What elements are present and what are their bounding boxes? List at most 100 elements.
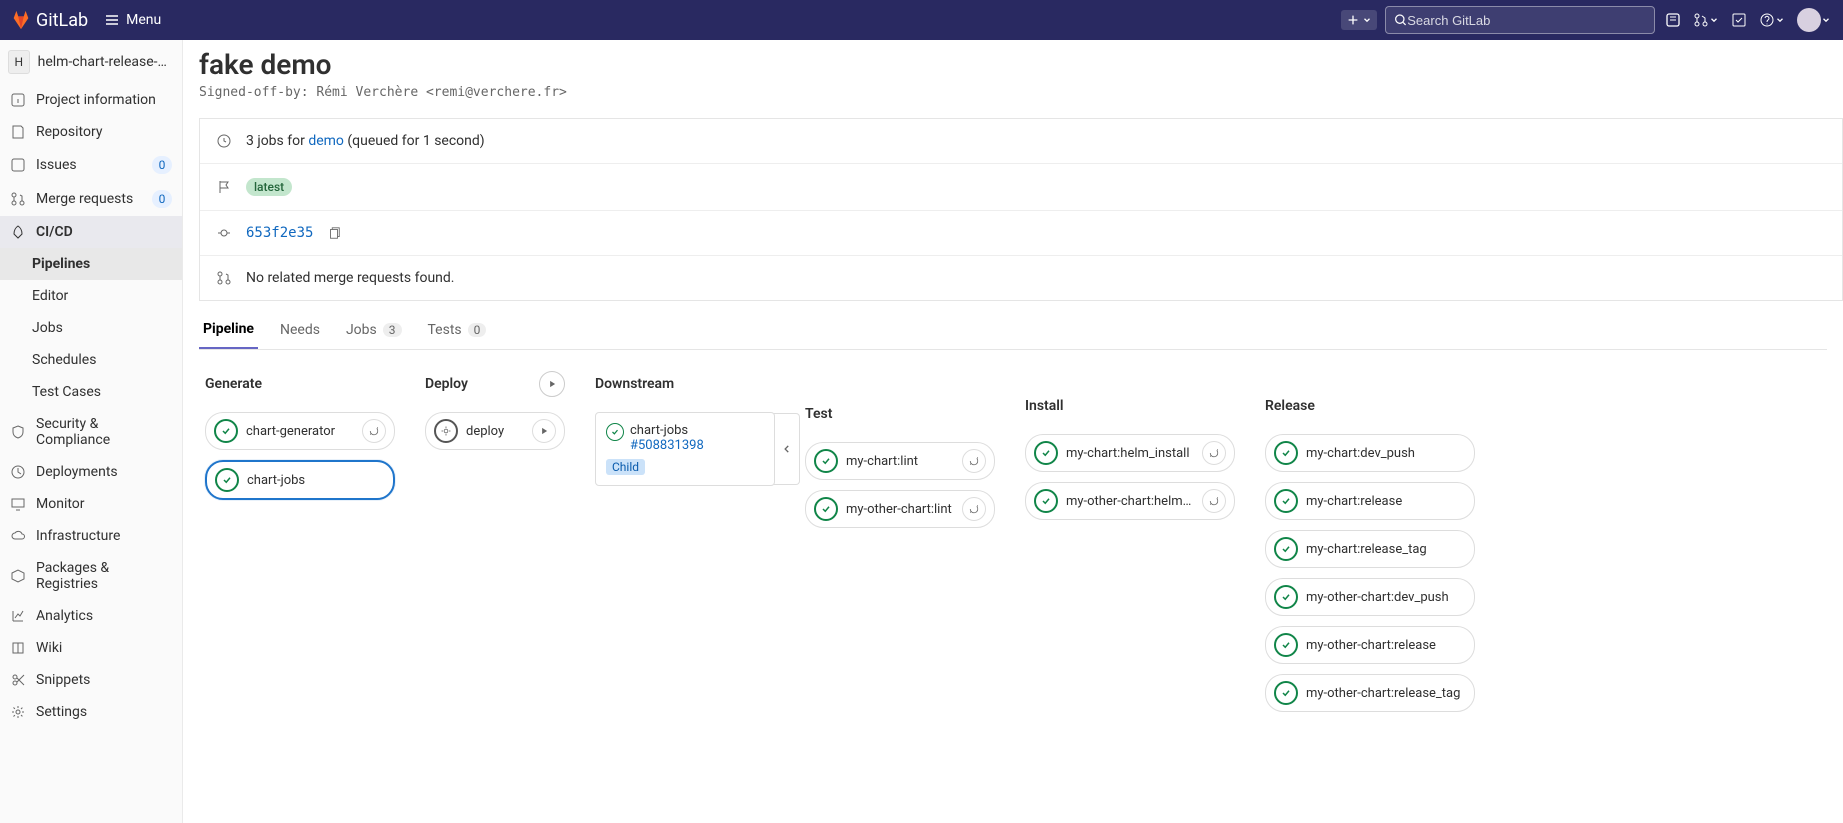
- job-chart-jobs[interactable]: chart-jobs: [205, 460, 395, 500]
- gitlab-logo[interactable]: GitLab: [10, 9, 88, 31]
- chevron-left-icon: [782, 444, 792, 454]
- jobs-count: 3: [383, 323, 402, 337]
- issues-icon: [10, 157, 26, 173]
- tab-tests[interactable]: Tests0: [424, 311, 491, 349]
- status-passed-icon: [814, 449, 838, 473]
- search-box[interactable]: [1385, 6, 1655, 34]
- job-my-other-chart-release-tag[interactable]: my-other-chart:release_tag: [1265, 674, 1475, 712]
- new-dropdown[interactable]: [1341, 10, 1377, 30]
- retry-button[interactable]: [362, 419, 386, 443]
- play-all-button[interactable]: [539, 371, 565, 397]
- package-icon: [10, 568, 26, 584]
- subnav-pipelines[interactable]: Pipelines: [0, 248, 182, 280]
- retry-button[interactable]: [1202, 489, 1226, 513]
- status-passed-icon: [1034, 441, 1058, 465]
- job-my-chart-dev-push[interactable]: my-chart:dev_push: [1265, 434, 1475, 472]
- job-my-other-chart-helm-install[interactable]: my-other-chart:helm_install: [1025, 482, 1235, 520]
- menu-label: Menu: [126, 12, 161, 28]
- shield-icon: [10, 424, 26, 440]
- avatar: [1797, 8, 1821, 32]
- sidebar-item-label: Deployments: [36, 464, 118, 480]
- subnav-jobs[interactable]: Jobs: [0, 312, 182, 344]
- stage-release: Release my-chart:dev_push my-chart:relea…: [1265, 370, 1475, 722]
- downstream-pipeline-id[interactable]: #508831398: [630, 438, 704, 453]
- child-badge: Child: [606, 459, 645, 475]
- retry-button[interactable]: [962, 449, 986, 473]
- menu-button[interactable]: Menu: [98, 8, 167, 32]
- status-passed-icon: [1274, 633, 1298, 657]
- ref-link[interactable]: demo: [308, 133, 344, 149]
- status-passed-icon: [1274, 441, 1298, 465]
- job-my-other-chart-dev-push[interactable]: my-other-chart:dev_push: [1265, 578, 1475, 616]
- chevron-down-icon: [1362, 15, 1372, 25]
- stage-generate: Generate chart-generator chart-jobs: [205, 370, 395, 722]
- project-name: helm-chart-release-exa...: [38, 54, 174, 70]
- collapse-button[interactable]: [774, 413, 800, 485]
- job-my-chart-helm-install[interactable]: my-chart:helm_install: [1025, 434, 1235, 472]
- sidebar-item-settings[interactable]: Settings: [0, 696, 182, 728]
- sidebar-item-issues[interactable]: Issues 0: [0, 148, 182, 182]
- sidebar-item-label: Wiki: [36, 640, 62, 656]
- sidebar-item-snippets[interactable]: Snippets: [0, 664, 182, 696]
- tab-jobs[interactable]: Jobs3: [342, 311, 406, 349]
- merge-requests-nav[interactable]: [1691, 10, 1721, 30]
- sidebar-item-label: Project information: [36, 92, 156, 108]
- sidebar-item-cicd[interactable]: CI/CD: [0, 216, 182, 248]
- retry-button[interactable]: [1202, 441, 1226, 465]
- search-input[interactable]: [1407, 13, 1646, 28]
- job-my-chart-release-tag[interactable]: my-chart:release_tag: [1265, 530, 1475, 568]
- sidebar-item-packages[interactable]: Packages & Registries: [0, 552, 182, 600]
- commit-sha-link[interactable]: 653f2e35: [246, 225, 313, 241]
- sidebar-item-monitor[interactable]: Monitor: [0, 488, 182, 520]
- project-header[interactable]: H helm-chart-release-exa...: [0, 40, 182, 84]
- subnav-editor[interactable]: Editor: [0, 280, 182, 312]
- downstream-name: chart-jobs: [630, 423, 704, 438]
- job-chart-generator[interactable]: chart-generator: [205, 412, 395, 450]
- hamburger-icon: [104, 12, 120, 28]
- job-my-chart-lint[interactable]: my-chart:lint: [805, 442, 995, 480]
- info-icon: [10, 92, 26, 108]
- sidebar-item-security[interactable]: Security & Compliance: [0, 408, 182, 456]
- sidebar-item-deployments[interactable]: Deployments: [0, 456, 182, 488]
- project-avatar: H: [8, 50, 30, 74]
- pipeline-graph: Generate chart-generator chart-jobs Depl…: [183, 350, 1843, 742]
- job-my-other-chart-lint[interactable]: my-other-chart:lint: [805, 490, 995, 528]
- todos-nav-icon[interactable]: [1729, 10, 1749, 30]
- flag-icon: [216, 179, 232, 195]
- job-deploy[interactable]: deploy: [425, 412, 565, 450]
- status-passed-icon: [1274, 681, 1298, 705]
- issues-nav-icon[interactable]: [1663, 10, 1683, 30]
- chevron-down-icon: [1821, 15, 1831, 25]
- help-dropdown[interactable]: [1757, 10, 1787, 30]
- tag-badge: latest: [246, 178, 292, 196]
- subnav-test-cases[interactable]: Test Cases: [0, 376, 182, 408]
- sidebar-item-merge-requests[interactable]: Merge requests 0: [0, 182, 182, 216]
- sidebar-item-infrastructure[interactable]: Infrastructure: [0, 520, 182, 552]
- tab-needs[interactable]: Needs: [276, 311, 324, 349]
- mr-text: No related merge requests found.: [246, 270, 454, 286]
- subnav-schedules[interactable]: Schedules: [0, 344, 182, 376]
- sidebar-item-label: Packages & Registries: [36, 560, 172, 592]
- rocket-icon: [10, 224, 26, 240]
- commit-description: Signed-off-by: Rémi Verchère <remi@verch…: [183, 85, 1843, 118]
- downstream-pipeline-card[interactable]: chart-jobs #508831398 Child: [595, 412, 775, 486]
- sidebar-item-repository[interactable]: Repository: [0, 116, 182, 148]
- job-my-other-chart-release[interactable]: my-other-chart:release: [1265, 626, 1475, 664]
- jobs-summary: 3 jobs for demo (queued for 1 second): [246, 133, 485, 149]
- sidebar-item-project-info[interactable]: Project information: [0, 84, 182, 116]
- status-manual-icon: [434, 419, 458, 443]
- retry-button[interactable]: [962, 497, 986, 521]
- sidebar-item-analytics[interactable]: Analytics: [0, 600, 182, 632]
- pipeline-tabs: Pipeline Needs Jobs3 Tests0: [199, 311, 1827, 350]
- clock-icon: [216, 133, 232, 149]
- status-passed-icon: [1274, 537, 1298, 561]
- sidebar-item-wiki[interactable]: Wiki: [0, 632, 182, 664]
- tab-pipeline[interactable]: Pipeline: [199, 311, 258, 349]
- job-my-chart-release[interactable]: my-chart:release: [1265, 482, 1475, 520]
- stage-title: Test: [805, 406, 832, 422]
- play-button[interactable]: [532, 419, 556, 443]
- copy-sha-button[interactable]: [327, 226, 341, 240]
- status-passed-icon: [214, 419, 238, 443]
- stage-install: Install my-chart:helm_install my-other-c…: [1025, 370, 1235, 722]
- user-menu[interactable]: [1795, 6, 1833, 34]
